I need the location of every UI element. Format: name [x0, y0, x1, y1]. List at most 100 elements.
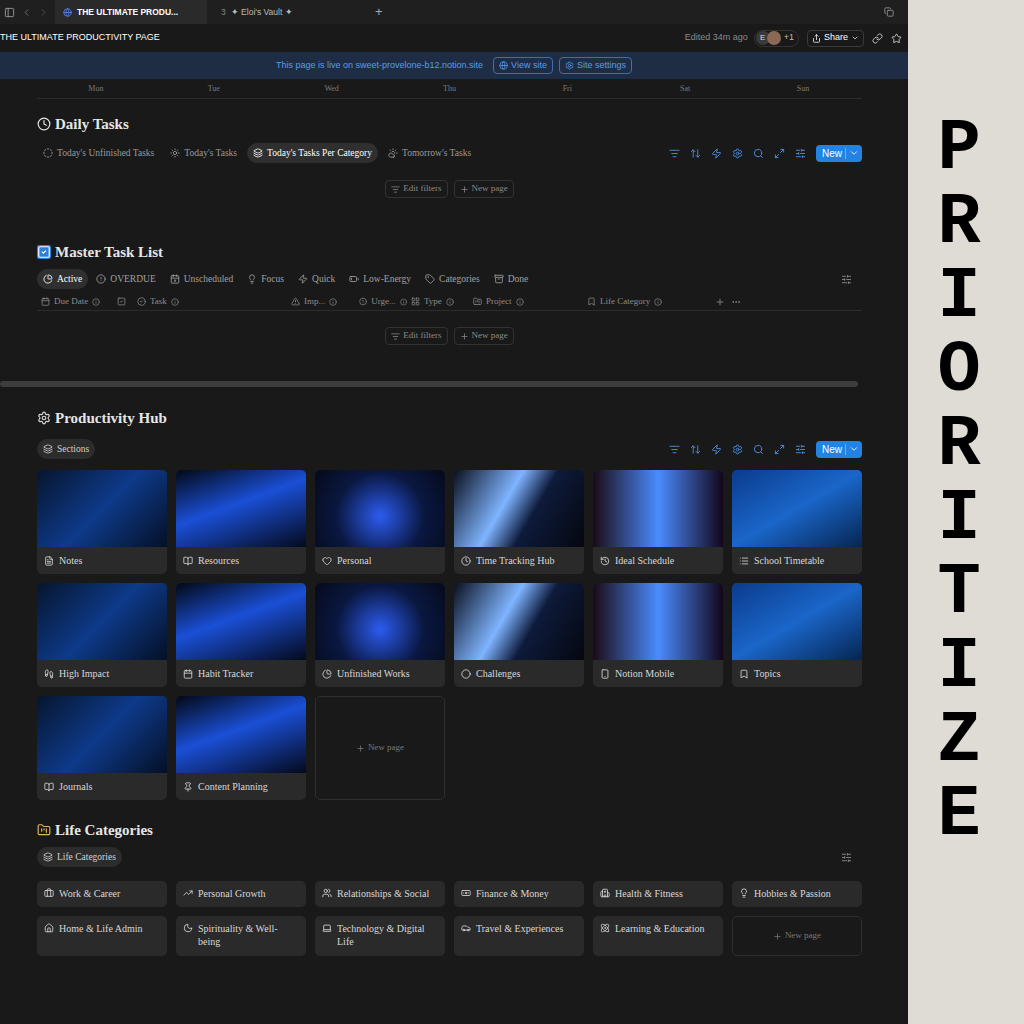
chevron-icon[interactable]	[849, 148, 859, 158]
toolbar-icon[interactable]	[732, 444, 743, 455]
column-header[interactable]: Imp...	[287, 295, 355, 309]
life-category-card[interactable]: Hobbies & Passion	[732, 881, 862, 907]
hub-card[interactable]: Personal	[315, 470, 445, 574]
plus-icon	[460, 185, 469, 194]
new-button[interactable]: New	[816, 441, 862, 458]
life-category-card[interactable]: Home & Life Admin	[37, 916, 167, 956]
toolbar-icon[interactable]	[669, 444, 680, 455]
card-label: Challenges	[454, 660, 584, 687]
add-column-icon[interactable]	[715, 297, 725, 307]
view-tab[interactable]: Active	[37, 269, 88, 289]
life-category-card[interactable]: Technology & Digital Life	[315, 916, 445, 956]
view-tab[interactable]: Quick	[292, 269, 341, 289]
hub-card[interactable]: Resources	[176, 470, 306, 574]
share-button[interactable]: Share	[807, 30, 864, 47]
life-category-card[interactable]: Spirituality & Well-being	[176, 916, 306, 956]
view-tab[interactable]: Low-Energy	[343, 269, 417, 289]
view-tab[interactable]: Focus	[241, 269, 290, 289]
avatars[interactable]: E+1	[754, 30, 799, 47]
browser-tab[interactable]: 3✦ Eloi's Vault ✦	[213, 0, 365, 24]
hub-card[interactable]: Challenges	[454, 583, 584, 687]
toolbar-icon[interactable]	[711, 148, 722, 159]
hub-card[interactable]: Notion Mobile	[593, 583, 723, 687]
life-category-card[interactable]: Relationships & Social	[315, 881, 445, 907]
view-tab[interactable]: OVERDUE	[90, 269, 161, 289]
life-category-card[interactable]: Work & Career	[37, 881, 167, 907]
action-button[interactable]: Edit filters	[385, 327, 447, 345]
view-icon	[96, 274, 106, 284]
column-header[interactable]: Due Date	[37, 295, 113, 309]
hub-card[interactable]: Ideal Schedule	[593, 470, 723, 574]
info-icon[interactable]	[171, 298, 179, 306]
info-icon[interactable]	[92, 298, 100, 306]
toolbar-icon[interactable]	[711, 444, 722, 455]
view-tab[interactable]: Categories	[419, 269, 486, 289]
action-button[interactable]: Edit filters	[385, 180, 447, 198]
new-page-card[interactable]: New page	[732, 916, 862, 956]
column-header[interactable]	[113, 297, 133, 306]
info-icon[interactable]	[516, 298, 524, 306]
action-button[interactable]: New page	[454, 180, 514, 198]
hub-card[interactable]: Habit Tracker	[176, 583, 306, 687]
hub-card[interactable]: Content Planning	[176, 696, 306, 800]
banner-button[interactable]: Site settings	[559, 57, 632, 74]
view-pill[interactable]: Sections	[37, 439, 95, 459]
toolbar-icon[interactable]	[690, 444, 701, 455]
view-pill[interactable]: Life Categories	[37, 847, 122, 867]
view-tab[interactable]: Unscheduled	[164, 269, 240, 289]
link-icon[interactable]	[872, 33, 883, 44]
info-icon[interactable]	[446, 298, 454, 306]
chevron-icon[interactable]	[849, 444, 859, 454]
column-header[interactable]: Urge...	[355, 295, 407, 309]
page-title[interactable]: THE ULTIMATE PRODUCTIVITY PAGE	[0, 31, 160, 45]
hub-card[interactable]: High Impact	[37, 583, 167, 687]
view-tab[interactable]: Done	[488, 269, 535, 289]
view-tab[interactable]: Today's Tasks Per Category	[247, 143, 378, 163]
view-tab[interactable]: Today's Unfinished Tasks	[37, 143, 160, 163]
star-icon[interactable]	[891, 33, 902, 44]
toolbar-icon[interactable]	[795, 148, 806, 159]
life-category-card[interactable]: Travel & Experiences	[454, 916, 584, 956]
toolbar-icon[interactable]	[774, 444, 785, 455]
life-category-card[interactable]: Learning & Education	[593, 916, 723, 956]
toolbar-icon[interactable]	[732, 148, 743, 159]
sidebar-icon[interactable]	[4, 7, 15, 18]
new-page-card[interactable]: New page	[315, 696, 445, 800]
toolbar-icon[interactable]	[753, 148, 764, 159]
settings-icon[interactable]	[841, 852, 852, 863]
plus-icon	[460, 332, 469, 341]
forward-icon[interactable]	[38, 7, 49, 18]
column-header[interactable]: Life Category	[583, 295, 711, 309]
toolbar-icon[interactable]	[690, 148, 701, 159]
column-header[interactable]: Project	[469, 295, 583, 309]
life-category-card[interactable]: Finance & Money	[454, 881, 584, 907]
toolbar-icon[interactable]	[669, 148, 680, 159]
banner-button[interactable]: View site	[493, 57, 553, 74]
column-header[interactable]: Type	[407, 295, 469, 309]
hub-card[interactable]: Topics	[732, 583, 862, 687]
life-category-card[interactable]: Health & Fitness	[593, 881, 723, 907]
info-icon[interactable]	[400, 298, 407, 306]
settings-icon[interactable]	[841, 274, 852, 285]
browser-tab[interactable]: THE ULTIMATE PRODU...	[55, 0, 207, 24]
hub-card[interactable]: Unfinished Works	[315, 583, 445, 687]
column-header[interactable]: Task	[133, 295, 287, 309]
info-icon[interactable]	[329, 298, 337, 306]
view-tab[interactable]: Tomorrow's Tasks	[382, 143, 477, 163]
life-category-card[interactable]: Personal Growth	[176, 881, 306, 907]
hub-card[interactable]: Time Tracking Hub	[454, 470, 584, 574]
back-icon[interactable]	[21, 7, 32, 18]
hub-card[interactable]: Journals	[37, 696, 167, 800]
hub-card[interactable]: School Timetable	[732, 470, 862, 574]
view-tab[interactable]: Today's Tasks	[164, 143, 243, 163]
toolbar-icon[interactable]	[774, 148, 785, 159]
toolbar-icon[interactable]	[795, 444, 806, 455]
new-tab-button[interactable]: +	[375, 2, 383, 22]
toolbar-icon[interactable]	[753, 444, 764, 455]
restore-icon[interactable]	[884, 7, 894, 17]
new-button[interactable]: New	[816, 145, 862, 162]
action-button[interactable]: New page	[454, 327, 514, 345]
hub-card[interactable]: Notes	[37, 470, 167, 574]
info-icon[interactable]	[654, 298, 662, 306]
more-icon[interactable]	[731, 297, 741, 307]
